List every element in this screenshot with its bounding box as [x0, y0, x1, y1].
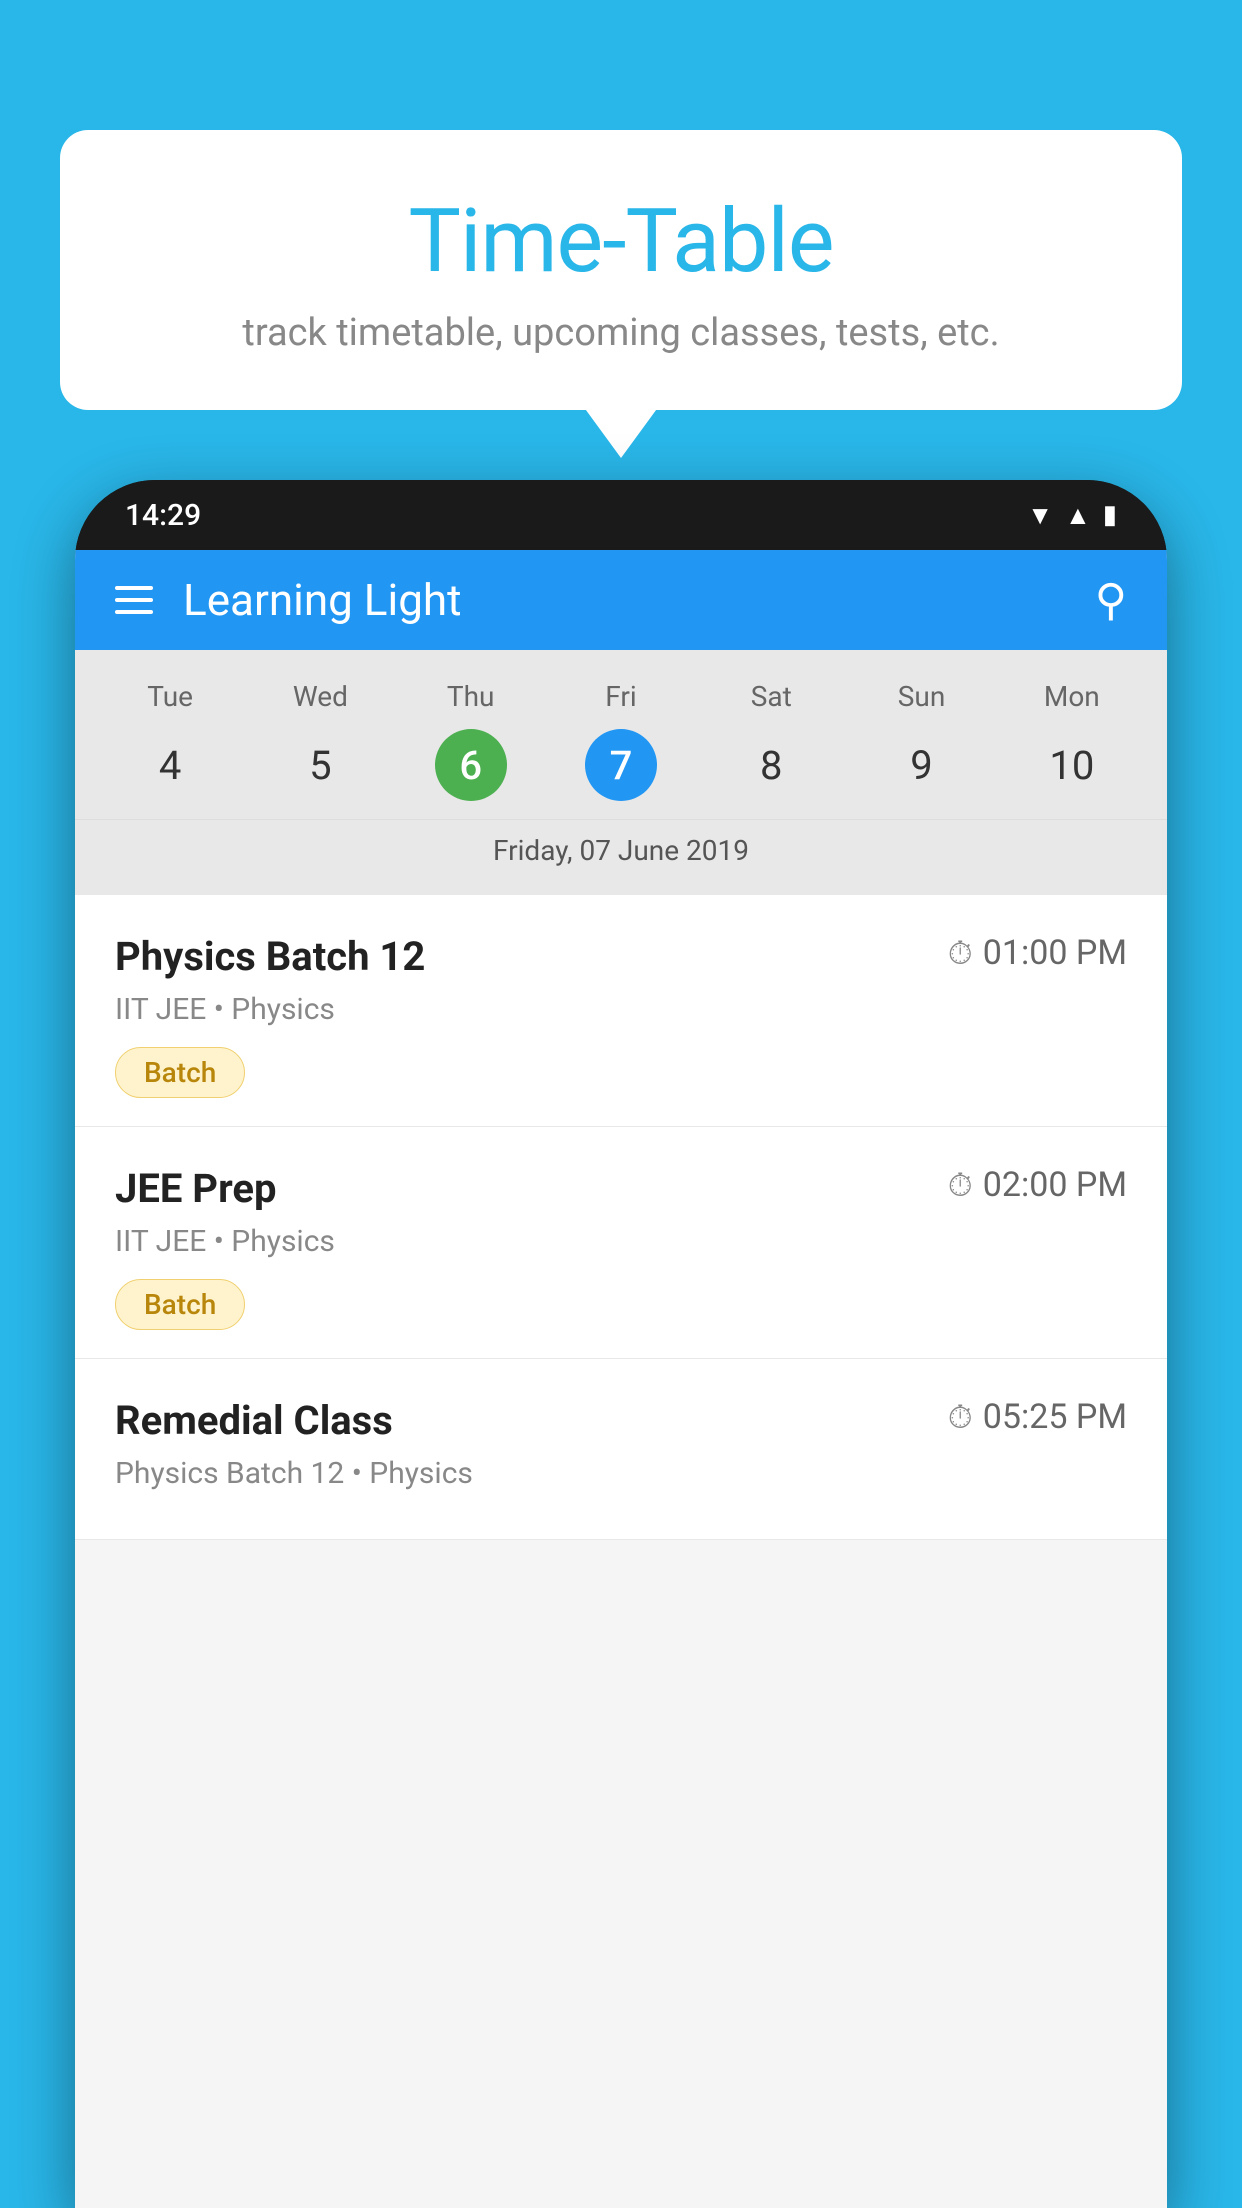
time-text: 05:25 PM [983, 1397, 1127, 1437]
weekday-label: Tue [147, 680, 193, 713]
schedule-item-title: Physics Batch 12 [115, 933, 425, 980]
phone-screen: Learning Light ⚲ Tue 4 Wed 5 Thu 6 Fri 7 Sat 8 Sun… [75, 550, 1167, 2208]
weekdays-row: Tue 4 Wed 5 Thu 6 Fri 7 Sat 8 Sun 9 Mon 10 [75, 670, 1167, 811]
schedule-item-header: Physics Batch 12 ⏱ 01:00 PM [115, 933, 1127, 980]
weekday-col[interactable]: Thu 6 [396, 680, 546, 801]
schedule-item-time: ⏱ 02:00 PM [948, 1165, 1127, 1205]
signal-icon: ▲ [1065, 500, 1091, 531]
speech-bubble-container: Time-Table track timetable, upcoming cla… [60, 130, 1182, 410]
battery-icon: ▮ [1103, 500, 1117, 530]
schedule-item-subtitle: IIT JEE • Physics [115, 1224, 1127, 1259]
hamburger-menu-button[interactable] [115, 586, 153, 614]
weekday-number[interactable]: 7 [585, 729, 657, 801]
phone-notch [561, 480, 681, 535]
phone-frame: 14:29 ▼ ▲ ▮ Learning Light ⚲ Tue 4 Wed 5 Thu… [75, 480, 1167, 2208]
clock-icon: ⏱ [948, 1166, 973, 1205]
weekday-label: Mon [1044, 680, 1100, 713]
status-icons: ▼ ▲ ▮ [1027, 500, 1117, 531]
weekday-number[interactable]: 10 [1036, 729, 1108, 801]
weekday-number[interactable]: 5 [284, 729, 356, 801]
weekday-col[interactable]: Tue 4 [95, 680, 245, 801]
weekday-label: Thu [447, 680, 495, 713]
schedule-item[interactable]: Physics Batch 12 ⏱ 01:00 PM IIT JEE • Physi… [75, 895, 1167, 1127]
weekday-label: Sun [898, 680, 946, 713]
status-time: 14:29 [125, 498, 201, 533]
weekday-number[interactable]: 6 [435, 729, 507, 801]
clock-icon: ⏱ [948, 1398, 973, 1437]
weekday-col[interactable]: Fri 7 [546, 680, 696, 801]
clock-icon: ⏱ [948, 934, 973, 973]
weekday-label: Fri [605, 680, 636, 713]
weekday-col[interactable]: Sat 8 [696, 680, 846, 801]
schedule-item-subtitle: IIT JEE • Physics [115, 992, 1127, 1027]
app-header: Learning Light ⚲ [75, 550, 1167, 650]
schedule-item[interactable]: JEE Prep ⏱ 02:00 PM IIT JEE • Physics Batch [75, 1127, 1167, 1359]
speech-bubble: Time-Table track timetable, upcoming cla… [60, 130, 1182, 410]
weekday-col[interactable]: Mon 10 [997, 680, 1147, 801]
time-text: 02:00 PM [983, 1165, 1127, 1205]
search-icon[interactable]: ⚲ [1095, 574, 1127, 626]
schedule-item-header: Remedial Class ⏱ 05:25 PM [115, 1397, 1127, 1444]
schedule-item-header: JEE Prep ⏱ 02:00 PM [115, 1165, 1127, 1212]
weekday-label: Wed [293, 680, 348, 713]
app-title: Learning Light [183, 574, 1095, 626]
weekday-number[interactable]: 9 [886, 729, 958, 801]
calendar-section: Tue 4 Wed 5 Thu 6 Fri 7 Sat 8 Sun 9 Mon 10 Friday, 07… [75, 650, 1167, 895]
weekday-label: Sat [751, 680, 792, 713]
schedule-item-title: JEE Prep [115, 1165, 276, 1212]
schedule-item-time: ⏱ 05:25 PM [948, 1397, 1127, 1437]
weekday-number[interactable]: 8 [735, 729, 807, 801]
schedule-item-time: ⏱ 01:00 PM [948, 933, 1127, 973]
schedule-list: Physics Batch 12 ⏱ 01:00 PM IIT JEE • Physi… [75, 895, 1167, 1540]
batch-badge: Batch [115, 1279, 245, 1330]
weekday-number[interactable]: 4 [134, 729, 206, 801]
bubble-title: Time-Table [130, 190, 1112, 293]
schedule-item[interactable]: Remedial Class ⏱ 05:25 PM Physics Batch 12 … [75, 1359, 1167, 1540]
time-text: 01:00 PM [983, 933, 1127, 973]
weekday-col[interactable]: Sun 9 [846, 680, 996, 801]
batch-badge: Batch [115, 1047, 245, 1098]
schedule-item-subtitle: Physics Batch 12 • Physics [115, 1456, 1127, 1491]
bubble-subtitle: track timetable, upcoming classes, tests… [130, 311, 1112, 355]
selected-date-label: Friday, 07 June 2019 [75, 819, 1167, 885]
weekday-col[interactable]: Wed 5 [245, 680, 395, 801]
wifi-icon: ▼ [1027, 500, 1053, 531]
schedule-item-title: Remedial Class [115, 1397, 393, 1444]
